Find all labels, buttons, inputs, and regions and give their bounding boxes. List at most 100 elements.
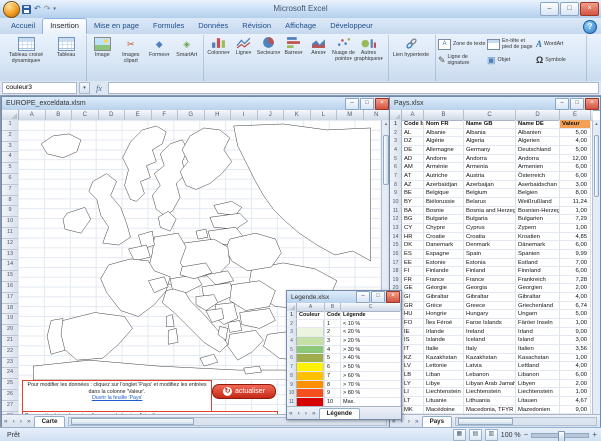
legend-color-cell[interactable] (297, 363, 325, 372)
cell-name-gb[interactable]: Macedonia, TFYR (464, 406, 516, 415)
cell-code-iso[interactable]: DE (402, 146, 424, 155)
table-row[interactable]: 4 DE Allemagne Germany Deutschland 5,00 (390, 146, 593, 155)
cell-name-de[interactable]: Bosnien-Herzegowina (516, 207, 560, 216)
cell-nom-fr[interactable]: France (424, 276, 464, 285)
legend-row[interactable]: 4 3 > 20 % (287, 337, 401, 346)
cell-nom-fr[interactable]: Gibraltar (424, 293, 464, 302)
column-header[interactable]: N (364, 110, 391, 120)
pivot-table-button[interactable]: Tableau croisé dynamique (4, 36, 48, 64)
cell-nom-fr[interactable]: Lettonie (424, 362, 464, 371)
table-row[interactable]: 6 AM Arménie Armenia Armenien 6,00 (390, 163, 593, 172)
cell-name-de[interactable]: Mazedonien (516, 406, 560, 415)
legend-row[interactable]: 3 2 < 20 % (287, 328, 401, 337)
cell-name-de[interactable]: Lettland (516, 362, 560, 371)
restore-button[interactable]: □ (570, 98, 584, 110)
legend-row[interactable]: 9 8 > 70 % (287, 381, 401, 390)
table-row[interactable]: 12 BG Bulgarie Bulgaria Bulgarien 7,29 (390, 215, 593, 224)
cell-valeur[interactable]: 3,00 (560, 336, 591, 345)
textbox-button[interactable]: A Zone de texte (438, 36, 486, 52)
column-header[interactable]: E (125, 110, 152, 120)
legend-label-cell[interactable]: < 20 % (341, 328, 401, 337)
column-header[interactable]: K (284, 110, 311, 120)
cell-nom-fr[interactable]: Liban (424, 371, 464, 380)
scatter-chart-button[interactable]: Nuage de points (331, 36, 356, 62)
last-sheet-icon[interactable]: » (25, 418, 34, 425)
row-number[interactable]: 1 (2, 120, 18, 131)
row-number[interactable]: 16 (390, 250, 402, 259)
line-chart-button[interactable]: Ligne (231, 36, 256, 56)
table-row[interactable]: 21 GI Gibraltar Gibraltar Gibraltar 4,00 (390, 293, 593, 302)
cell-name-gb[interactable]: Kazakhstan (464, 354, 516, 363)
cell-name-gb[interactable]: Azerbaijan (464, 181, 516, 190)
cell-name-gb[interactable]: Cyprus (464, 224, 516, 233)
last-sheet-icon[interactable]: » (310, 410, 319, 417)
column-header[interactable]: B (46, 110, 73, 120)
cell-name-gb[interactable]: Georgia (464, 284, 516, 293)
object-button[interactable]: ▣ Objet (487, 52, 535, 68)
cell-name-de[interactable]: Finnland (516, 267, 560, 276)
cell-name-de[interactable]: Aserbaidschan (516, 181, 560, 190)
legend-label-cell[interactable]: > 70 % (341, 381, 401, 390)
legend-code-cell[interactable]: 9 (325, 389, 341, 398)
row-number[interactable]: 11 (390, 207, 402, 216)
table-row[interactable]: 26 IS Islande Iceland Island 3,00 (390, 336, 593, 345)
cell-name-gb[interactable]: Denmark (464, 241, 516, 250)
cell-nom-fr[interactable]: Italie (424, 345, 464, 354)
cell-code-iso[interactable]: GE (402, 284, 424, 293)
column-header[interactable]: F (152, 110, 179, 120)
row-number[interactable]: 17 (390, 259, 402, 268)
row-number[interactable]: 3 (390, 137, 402, 146)
cell-name-de[interactable]: Irland (516, 328, 560, 337)
table-row[interactable]: 15 DK Danemark Denmark Dänemark 6,00 (390, 241, 593, 250)
cell-valeur[interactable]: 6,00 (560, 371, 591, 380)
table-row[interactable]: 8 AZ Azerbaïdjan Azerbaijan Aserbaidscha… (390, 181, 593, 190)
cell-valeur[interactable]: 5,00 (560, 310, 591, 319)
cell-code-iso[interactable]: HR (402, 233, 424, 242)
table-row[interactable]: 22 GR Grèce Greece Griechenland 6,74 (390, 302, 593, 311)
row-number[interactable]: 2 (2, 131, 18, 142)
other-charts-button[interactable]: Autres graphiques (356, 36, 381, 62)
cell-valeur[interactable]: 4,00 (560, 362, 591, 371)
row-number[interactable]: 10 (287, 389, 297, 398)
cell-nom-fr[interactable]: Biélorussie (424, 198, 464, 207)
column-header[interactable]: D (99, 110, 126, 120)
cell-name-gb[interactable]: Croatia (464, 233, 516, 242)
row-number[interactable]: 19 (2, 314, 18, 325)
column-header[interactable]: C (72, 110, 99, 120)
cell-code-iso[interactable]: IS (402, 336, 424, 345)
cell-code-iso[interactable]: AT (402, 172, 424, 181)
cell-valeur[interactable]: 9,00 (560, 406, 591, 415)
restore-button[interactable]: □ (560, 2, 579, 16)
cell-name-de[interactable]: Frankreich (516, 276, 560, 285)
column-header[interactable]: I (231, 110, 258, 120)
cell-code-iso[interactable]: CY (402, 224, 424, 233)
legend-code-cell[interactable]: 3 (325, 337, 341, 346)
last-sheet-icon[interactable]: » (413, 418, 422, 425)
cell-name-gb[interactable]: Albania (464, 129, 516, 138)
map-window-titlebar[interactable]: EUROPE_exceldata.xlsm – □ × (2, 97, 390, 111)
cell-nom-fr[interactable]: Allemagne (424, 146, 464, 155)
legend-code-cell[interactable]: 5 (325, 354, 341, 363)
column-header[interactable]: D (516, 110, 560, 120)
legend-row[interactable]: 6 5 > 40 % (287, 354, 401, 363)
cell-name-de[interactable]: Ungarn (516, 310, 560, 319)
row-number[interactable]: 8 (390, 181, 402, 190)
cell-name-gb[interactable]: Andorra (464, 155, 516, 164)
column-header[interactable]: L (311, 110, 338, 120)
cell-valeur[interactable]: 4,00 (560, 137, 591, 146)
sheet-tab-carte[interactable]: Carte (34, 416, 66, 427)
formula-input[interactable] (108, 82, 599, 94)
cell-nom-fr[interactable]: Hongrie (424, 310, 464, 319)
close-button[interactable]: × (375, 98, 389, 110)
cell-name-gb[interactable]: Lebanon (464, 371, 516, 380)
select-all-corner[interactable] (287, 303, 297, 311)
hyperlink-button[interactable]: Lien hypertexte (391, 36, 431, 58)
ribbon-tab[interactable]: Développeur (323, 18, 380, 34)
area-chart-button[interactable]: Aires (306, 36, 331, 56)
ribbon-tab[interactable]: Mise en page (87, 18, 146, 34)
table-row[interactable]: 16 ES Espagne Spain Spanien 9,99 (390, 250, 593, 259)
table-row[interactable]: 34 MK Macédoine Macedonia, TFYR Mazedoni… (390, 406, 593, 415)
cell-name-de[interactable]: Kroatien (516, 233, 560, 242)
zoom-slider-thumb[interactable] (558, 431, 565, 441)
cell-valeur[interactable]: 4,67 (560, 397, 591, 406)
